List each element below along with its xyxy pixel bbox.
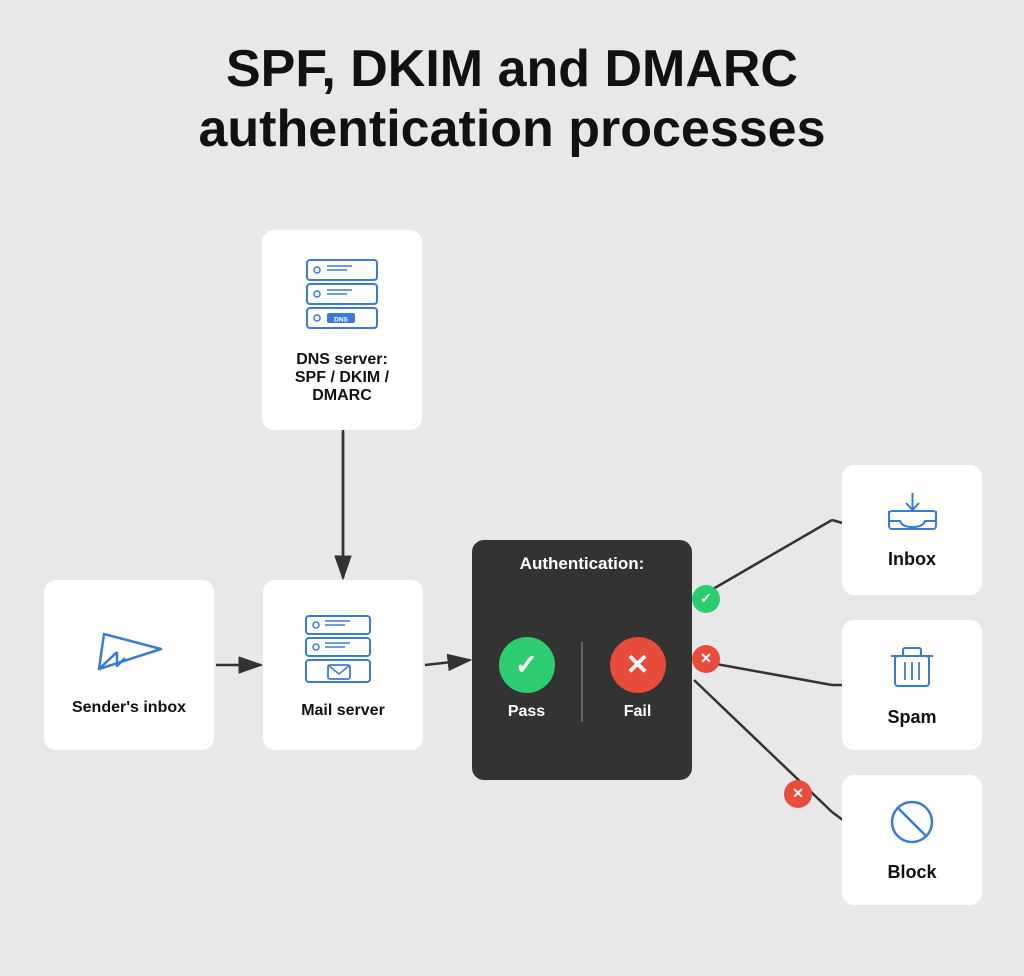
- page-title: SPF, DKIM and DMARC authentication proce…: [198, 40, 825, 160]
- auth-box: Authentication: ✓ Pass ✕ Fail: [472, 540, 692, 780]
- spam-box: Spam: [842, 620, 982, 750]
- pass-check-circle: ✓: [499, 637, 555, 693]
- sender-label: Sender's inbox: [72, 699, 186, 717]
- inbox-icon: [885, 489, 940, 539]
- diagram-area: DNS DNS server:SPF / DKIM /DMARC Sender'…: [22, 200, 1002, 880]
- block-box: Block: [842, 775, 982, 905]
- block-label: Block: [887, 862, 936, 883]
- fail-label: Fail: [624, 703, 652, 721]
- auth-header: Authentication:: [510, 540, 655, 584]
- title-section: SPF, DKIM and DMARC authentication proce…: [198, 40, 825, 160]
- auth-fail-col: ✕ Fail: [583, 627, 692, 737]
- check-icon: ✓: [515, 651, 538, 679]
- dns-icon: DNS: [297, 256, 387, 341]
- auth-pass-col: ✓ Pass: [472, 627, 581, 737]
- mail-server-icon: [298, 612, 388, 692]
- auth-body: ✓ Pass ✕ Fail: [472, 584, 692, 780]
- small-x-icon-1: ✕: [700, 650, 712, 667]
- mail-server-label: Mail server: [301, 702, 385, 720]
- inbox-label: Inbox: [888, 549, 936, 570]
- sender-inbox-box: Sender's inbox: [44, 580, 214, 750]
- fail-spam-indicator: ✕: [692, 645, 720, 673]
- inbox-box: Inbox: [842, 465, 982, 595]
- dns-server-label: DNS server:SPF / DKIM /DMARC: [295, 351, 389, 405]
- sender-icon: [89, 614, 169, 689]
- dns-server-box: DNS DNS server:SPF / DKIM /DMARC: [262, 230, 422, 430]
- block-icon: [887, 797, 937, 852]
- spam-icon: [887, 642, 937, 697]
- x-icon: ✕: [626, 651, 649, 679]
- mail-server-box: Mail server: [263, 580, 423, 750]
- spam-label: Spam: [887, 707, 936, 728]
- pass-label: Pass: [508, 703, 545, 721]
- svg-text:DNS: DNS: [334, 317, 348, 324]
- small-x-icon-2: ✕: [792, 785, 804, 802]
- fail-x-circle: ✕: [610, 637, 666, 693]
- fail-block-indicator: ✕: [784, 780, 812, 808]
- pass-branch-indicator: ✓: [692, 585, 720, 613]
- small-check-icon: ✓: [700, 590, 712, 607]
